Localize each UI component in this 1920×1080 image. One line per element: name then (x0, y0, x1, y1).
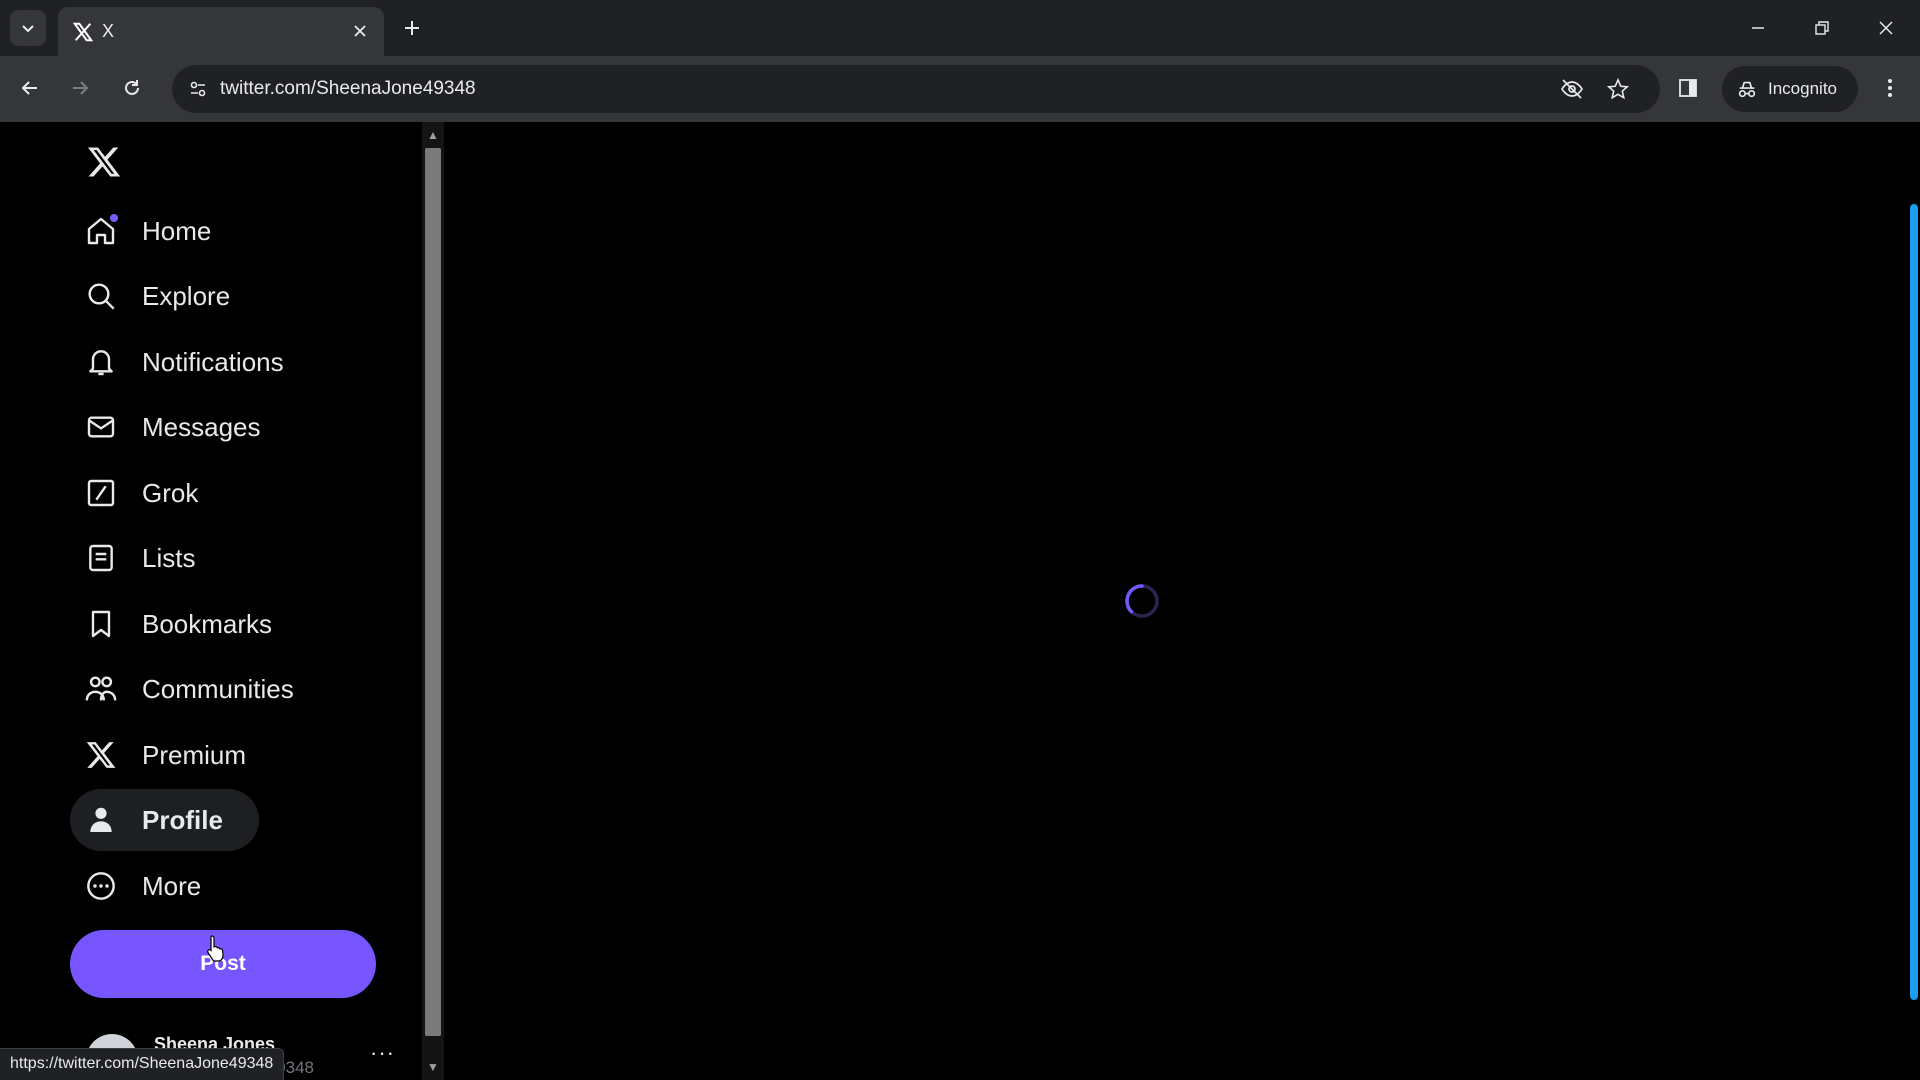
link-status-bar: https://twitter.com/SheenaJone49348 (0, 1048, 285, 1080)
browser-toolbar: twitter.com/SheenaJone49348 Incognito (0, 56, 1920, 122)
search-icon (84, 279, 118, 313)
reload-icon (125, 80, 139, 95)
sidebar-item-label: Profile (142, 804, 223, 835)
restore-icon (1815, 21, 1829, 35)
restore-button[interactable] (1802, 8, 1842, 48)
sidebar-item-more[interactable]: More (70, 855, 237, 917)
sidebar-item-communities[interactable]: Communities (70, 658, 330, 720)
minimize-button[interactable] (1738, 8, 1778, 48)
scroll-up-arrow[interactable]: ▲ (424, 126, 442, 144)
incognito-indicator[interactable]: Incognito (1722, 66, 1858, 112)
back-button[interactable] (12, 70, 48, 106)
scroll-down-arrow[interactable]: ▼ (424, 1058, 442, 1076)
x-logo-link[interactable] (80, 138, 128, 186)
mouse-cursor-icon (207, 935, 224, 962)
sidebar-item-label: More (142, 870, 202, 901)
page-viewport: Home Explore Notifications Messages Grok (0, 122, 1920, 1080)
sidebar-item-profile[interactable]: Profile (70, 789, 259, 851)
sidebar-item-label: Notifications (142, 346, 284, 377)
arrow-left-icon (21, 81, 37, 95)
sidebar-item-bookmarks[interactable]: Bookmarks (70, 593, 308, 655)
tab-search-button[interactable] (10, 10, 46, 46)
x-logo-icon (87, 147, 121, 177)
bookmark-icon (84, 607, 118, 641)
sidebar-item-premium[interactable]: Premium (70, 724, 282, 786)
grok-icon (84, 476, 118, 510)
incognito-icon (1738, 81, 1756, 98)
list-icon (84, 541, 118, 575)
incognito-label: Incognito (1768, 79, 1837, 98)
chevron-down-icon (22, 25, 34, 33)
tracking-protection-button[interactable] (1556, 73, 1588, 105)
tune-icon (190, 81, 206, 97)
url-text: twitter.com/SheenaJone49348 (220, 78, 476, 99)
site-info-button[interactable] (180, 71, 216, 107)
page-scrollbar-thumb[interactable] (1910, 204, 1918, 1000)
close-icon (354, 25, 366, 37)
more-circle-icon (84, 869, 118, 903)
close-window-button[interactable] (1866, 8, 1906, 48)
tab-title: X (102, 21, 115, 41)
new-tab-button[interactable] (396, 12, 428, 44)
sidebar-item-messages[interactable]: Messages (70, 396, 297, 458)
sidebar-item-label: Premium (142, 739, 247, 770)
sidebar-item-label: Messages (142, 411, 261, 442)
arrow-right-icon (73, 81, 89, 95)
star-icon (1607, 78, 1629, 100)
browser-tab-bar: X (0, 0, 1920, 56)
close-icon (1879, 21, 1893, 35)
sidebar-item-lists[interactable]: Lists (70, 527, 231, 589)
bookmark-star-button[interactable] (1602, 73, 1634, 105)
x-favicon-icon (72, 22, 94, 42)
sidebar-item-label: Communities (142, 673, 294, 704)
account-more-button[interactable]: ··· (370, 1040, 395, 1066)
main-content (446, 122, 1896, 1080)
eye-off-icon (1561, 79, 1583, 99)
browser-menu-button[interactable] (1872, 70, 1908, 106)
plus-icon (405, 21, 419, 35)
minimize-icon (1752, 27, 1764, 29)
sidebar-item-home[interactable]: Home (70, 200, 247, 262)
sidebar-item-explore[interactable]: Explore (70, 265, 266, 327)
person-icon (84, 803, 118, 837)
browser-tab[interactable]: X (58, 7, 384, 56)
forward-button[interactable] (62, 70, 98, 106)
loading-spinner-icon (1125, 584, 1159, 618)
communities-icon (84, 672, 118, 706)
sidebar-item-label: Lists (142, 542, 196, 573)
sidebar-item-label: Explore (142, 280, 231, 311)
home-icon (84, 214, 118, 248)
sidebar-item-label: Grok (142, 477, 199, 508)
reload-button[interactable] (114, 70, 150, 106)
sidebar-item-label: Bookmarks (142, 608, 273, 639)
side-panel-button[interactable] (1670, 70, 1706, 106)
x-premium-icon (84, 738, 118, 772)
notification-dot (110, 214, 118, 222)
sidebar-item-notifications[interactable]: Notifications (70, 331, 320, 393)
sidebar-item-label: Home (142, 215, 212, 246)
bell-icon (84, 345, 118, 379)
side-panel-icon (1679, 79, 1697, 97)
more-vertical-icon (1888, 79, 1892, 97)
sidebar-scrollbar-thumb[interactable] (425, 148, 441, 1036)
tab-close-button[interactable] (346, 17, 374, 45)
sidebar-item-grok[interactable]: Grok (70, 462, 234, 524)
address-bar[interactable]: twitter.com/SheenaJone49348 (172, 65, 1660, 113)
mail-icon (84, 410, 118, 444)
